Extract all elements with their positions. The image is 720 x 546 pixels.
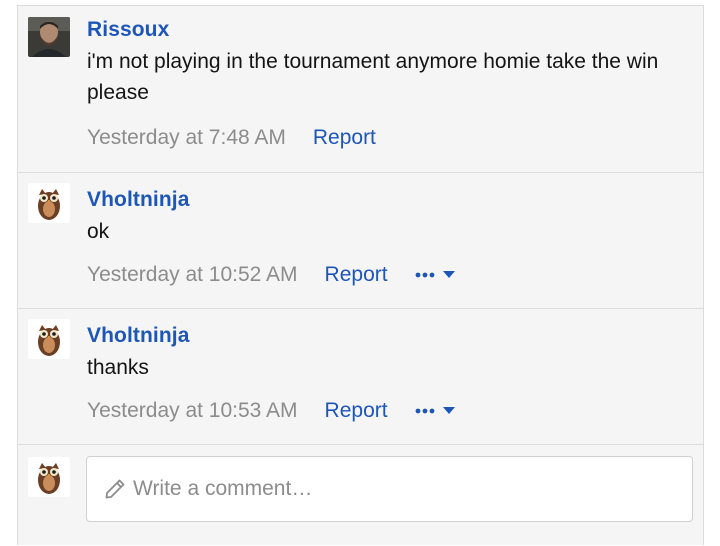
author-name[interactable]: Vholtninja: [87, 324, 190, 348]
pencil-icon: [105, 479, 125, 499]
avatar[interactable]: [28, 319, 70, 359]
owl-avatar-icon: [28, 183, 70, 223]
report-link[interactable]: Report: [325, 399, 388, 423]
ellipsis-icon: [415, 407, 455, 414]
timestamp[interactable]: Yesterday at 10:52 AM: [87, 263, 298, 287]
comment-text: thanks: [87, 356, 149, 379]
comment-thread: Rissoux i'm not playing in the tournamen…: [17, 5, 704, 545]
comment-item: Vholtninja ok Yesterday at 10:52 AM Repo…: [18, 173, 703, 309]
comment-item: Rissoux i'm not playing in the tournamen…: [18, 6, 703, 173]
report-link[interactable]: Report: [325, 263, 388, 287]
report-link[interactable]: Report: [313, 126, 376, 150]
avatar[interactable]: [28, 183, 70, 223]
timestamp[interactable]: Yesterday at 10:53 AM: [87, 399, 298, 423]
owl-avatar-icon: [28, 319, 70, 359]
comment-meta: Yesterday at 7:48 AM Report: [87, 126, 376, 150]
author-name[interactable]: Rissoux: [87, 18, 169, 42]
man-photo-avatar-icon: [28, 17, 70, 57]
timestamp[interactable]: Yesterday at 7:48 AM: [87, 126, 286, 150]
comment-placeholder: Write a comment…: [133, 477, 313, 500]
avatar: [28, 457, 70, 497]
more-options-button[interactable]: [415, 268, 457, 282]
author-name[interactable]: Vholtninja: [87, 188, 190, 212]
owl-avatar-icon: [28, 457, 70, 497]
comment-input[interactable]: Write a comment…: [86, 456, 693, 522]
comment-text: ok: [87, 220, 110, 243]
ellipsis-icon: [415, 271, 455, 278]
avatar[interactable]: [28, 17, 70, 57]
comment-meta: Yesterday at 10:52 AM Report: [87, 263, 457, 287]
comment-text: i'm not playing in the tournament anymor…: [87, 50, 659, 104]
comment-meta: Yesterday at 10:53 AM Report: [87, 399, 457, 423]
more-options-button[interactable]: [415, 404, 457, 418]
comment-item: Vholtninja thanks Yesterday at 10:53 AM …: [18, 309, 703, 445]
comment-composer: Write a comment…: [18, 446, 703, 546]
